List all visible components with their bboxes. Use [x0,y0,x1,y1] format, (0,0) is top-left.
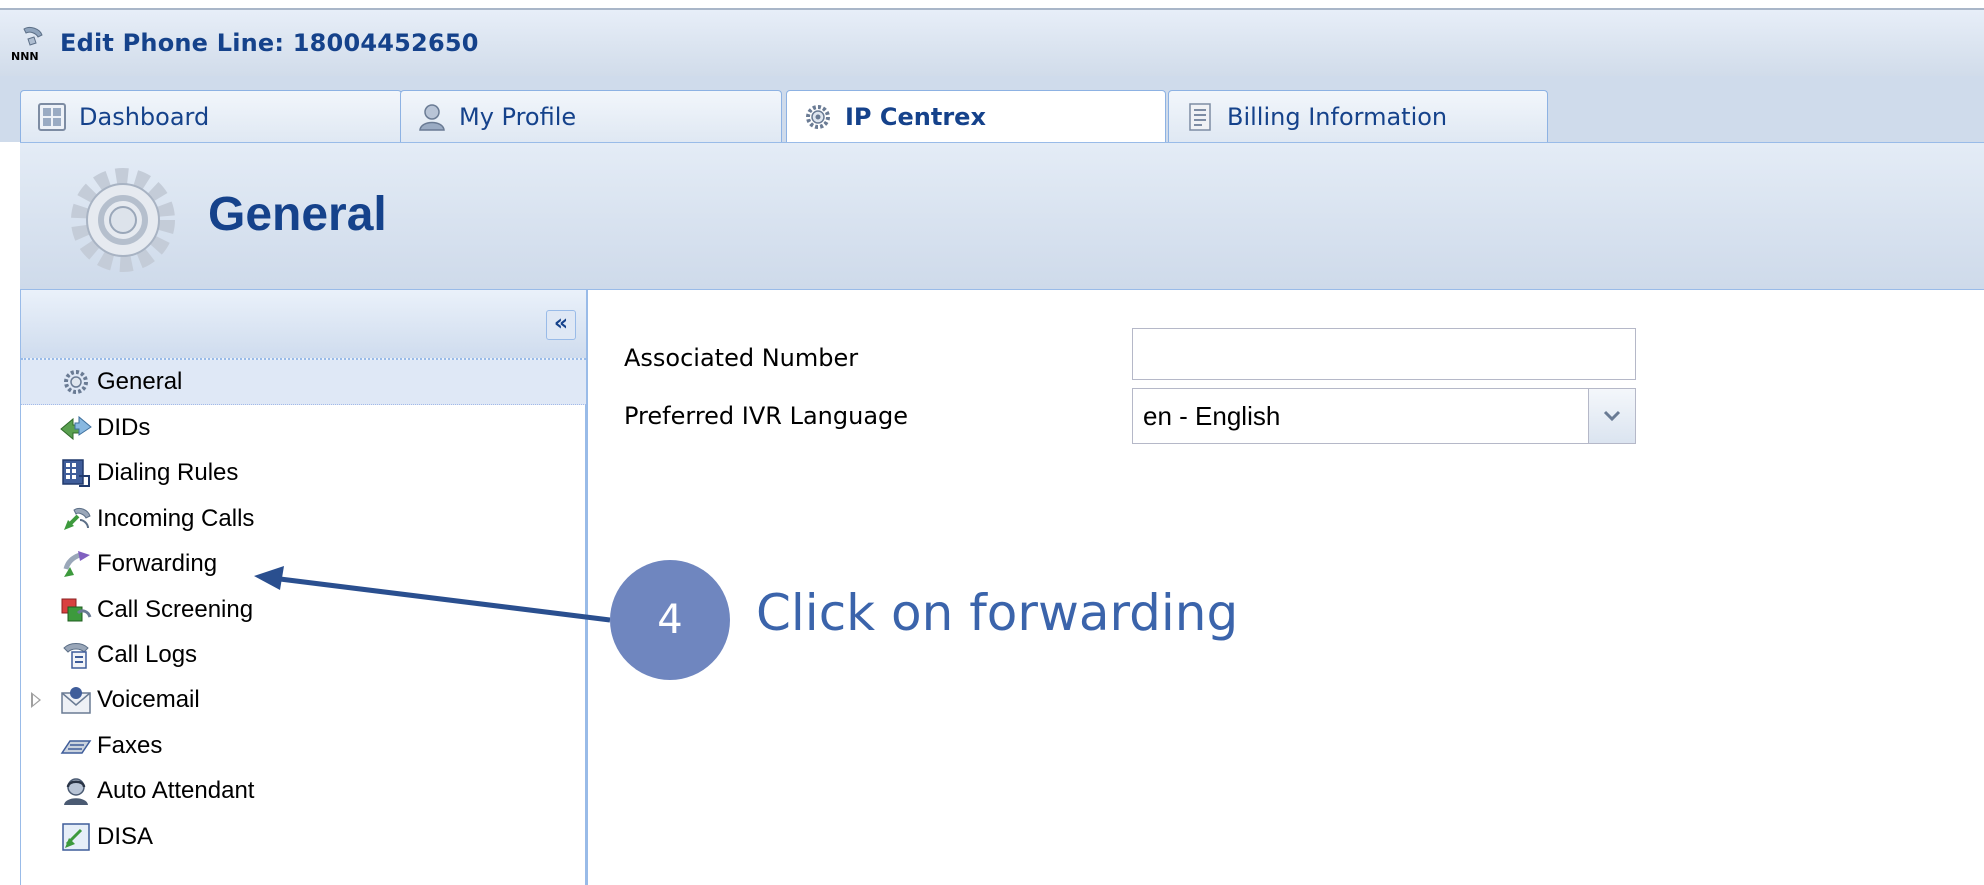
sidebar-nav: General DIDs Dialing Rules Incoming Call… [21,360,586,859]
sidebar-item-dialing-rules[interactable]: Dialing Rules [21,451,586,496]
disa-icon [59,820,93,854]
incoming-call-icon [59,502,93,536]
sidebar-item-label: General [97,368,183,396]
dialpad-icon [59,456,93,490]
sidebar-item-call-screening[interactable]: Call Screening [21,587,586,632]
window-titlebar: NNN Edit Phone Line: 18004452650 [0,10,1984,77]
sidebar: « General DIDs Dialing Rules Incoming Ca… [20,290,588,885]
sidebar-item-label: Dialing Rules [97,459,239,487]
fax-icon [59,729,93,763]
svg-text:NNN: NNN [11,50,39,63]
sidebar-item-label: Call Logs [97,641,198,669]
ivr-language-label: Preferred IVR Language [624,402,909,430]
sidebar-item-label: Call Screening [97,595,254,623]
tab-my-profile[interactable]: My Profile [400,90,782,142]
gear-icon [803,102,833,132]
sidebar-item-call-logs[interactable]: Call Logs [21,632,586,677]
sidebar-item-label: DISA [97,822,154,850]
page-title: General [208,188,387,241]
window-title: Edit Phone Line: 18004452650 [60,29,479,57]
sidebar-item-forwarding[interactable]: Forwarding [21,542,586,587]
voicemail-icon [59,683,93,717]
window-top-border [0,0,1984,10]
sidebar-item-incoming-calls[interactable]: Incoming Calls [21,496,586,541]
sidebar-item-voicemail[interactable]: Voicemail [21,678,586,723]
tab-ip-centrex[interactable]: IP Centrex [786,90,1166,143]
tab-label: Billing Information [1227,102,1448,131]
billing-icon [1185,102,1215,132]
sidebar-item-auto-attendant[interactable]: Auto Attendant [21,769,586,814]
sidebar-item-label: Voicemail [97,686,200,714]
ivr-language-select[interactable]: en - English [1132,388,1636,444]
tab-label: IP Centrex [845,103,986,131]
tab-billing-information[interactable]: Billing Information [1168,90,1548,142]
associated-number-input[interactable] [1132,328,1636,380]
section-header: General [20,142,1984,290]
tab-label: Dashboard [79,102,210,131]
associated-number-label: Associated Number [624,344,859,372]
collapse-button[interactable]: « [546,310,576,340]
tab-label: My Profile [459,102,577,131]
sidebar-item-label: Faxes [97,731,163,759]
sidebar-item-label: Incoming Calls [97,504,255,532]
gear-icon [60,163,186,277]
dids-icon [59,411,93,445]
annotation-text: Click on forwarding [756,584,1239,642]
sidebar-item-label: DIDs [97,414,151,442]
tab-dashboard[interactable]: Dashboard [20,90,402,142]
call-logs-icon [59,638,93,672]
sidebar-item-faxes[interactable]: Faxes [21,723,586,768]
sidebar-header: « [21,290,586,360]
sidebar-item-label: Forwarding [97,550,218,578]
screening-icon [59,593,93,627]
chevron-down-icon[interactable] [1588,389,1635,443]
phone-line-icon: NNN [10,23,48,63]
sidebar-item-general[interactable]: General [21,360,586,406]
sidebar-item-label: Auto Attendant [97,777,255,805]
step-badge: 4 [610,560,730,680]
sidebar-item-dids[interactable]: DIDs [21,405,586,450]
expand-arrow-icon[interactable] [31,691,41,708]
attendant-icon [59,774,93,808]
gear-icon [59,365,93,399]
dashboard-icon [37,102,67,132]
main-tabs: Dashboard My Profile IP Centrex Billing … [0,76,1984,143]
sidebar-item-disa[interactable]: DISA [21,814,586,859]
ivr-language-value: en - English [1143,400,1281,431]
profile-icon [417,102,447,132]
forward-icon [59,547,93,581]
